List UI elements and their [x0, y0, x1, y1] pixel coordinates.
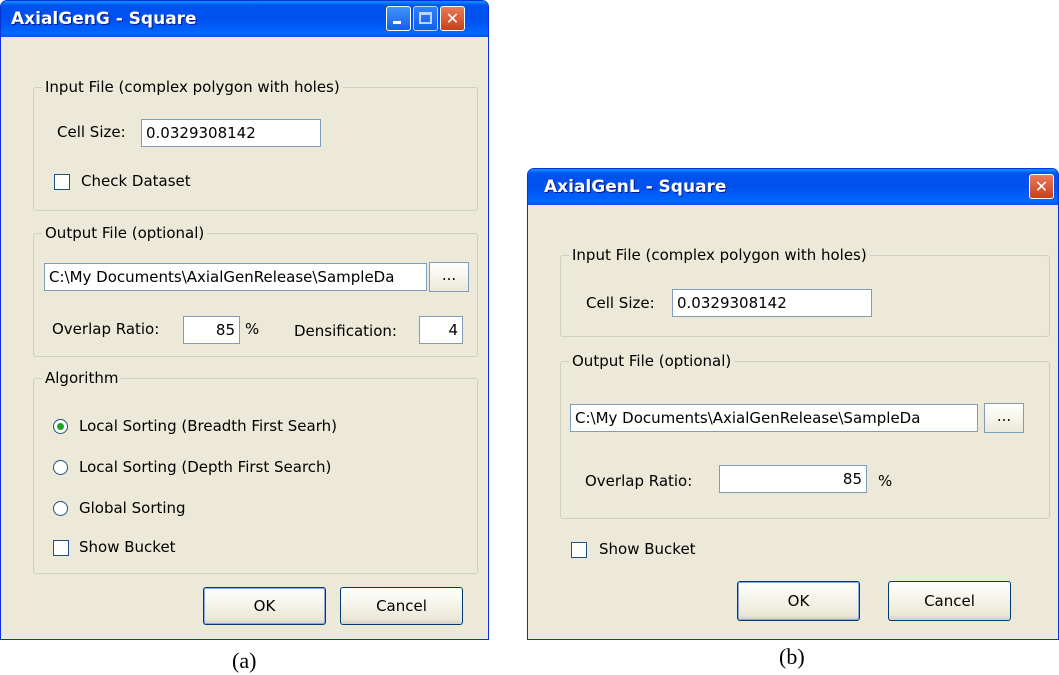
densification-label: Densification:	[294, 322, 397, 340]
cell-size-input[interactable]: 0.0329308142	[672, 289, 872, 317]
radio-breadth-first-label: Local Sorting (Breadth First Searh)	[79, 417, 337, 435]
minimize-button[interactable]	[386, 6, 411, 31]
radio-depth-first[interactable]	[53, 460, 68, 475]
algorithm-legend: Algorithm	[42, 369, 122, 387]
show-bucket-checkbox[interactable]	[571, 542, 587, 558]
ok-button[interactable]: OK	[737, 581, 860, 621]
caption-a: (a)	[232, 648, 257, 673]
output-file-group: Output File (optional)	[560, 352, 1050, 519]
cell-size-input[interactable]: 0.0329308142	[141, 119, 321, 147]
densification-input[interactable]: 4	[419, 316, 463, 344]
cancel-button[interactable]: Cancel	[888, 581, 1011, 621]
close-icon: ✕	[445, 9, 460, 28]
overlap-ratio-input[interactable]: 85	[183, 316, 240, 344]
close-button[interactable]: ✕	[440, 6, 465, 31]
input-file-legend: Input File (complex polygon with holes)	[42, 78, 343, 96]
radio-breadth-first[interactable]	[53, 419, 68, 434]
overlap-unit: %	[878, 472, 893, 490]
overlap-ratio-label: Overlap Ratio:	[52, 320, 160, 338]
check-dataset-checkbox[interactable]	[54, 174, 70, 190]
check-dataset-label: Check Dataset	[81, 172, 191, 190]
input-file-group: Input File (complex polygon with holes)	[33, 78, 478, 211]
show-bucket-label: Show Bucket	[599, 540, 696, 558]
output-file-group: Output File (optional)	[33, 224, 478, 357]
input-file-legend: Input File (complex polygon with holes)	[569, 246, 870, 264]
ok-button[interactable]: OK	[203, 587, 326, 625]
show-bucket-checkbox[interactable]	[53, 540, 69, 556]
window-title: AxialGenL - Square	[544, 177, 727, 197]
overlap-unit: %	[245, 320, 260, 338]
output-file-legend: Output File (optional)	[42, 224, 208, 242]
cancel-button[interactable]: Cancel	[340, 587, 463, 625]
browse-button[interactable]: ...	[429, 262, 469, 292]
radio-depth-first-label: Local Sorting (Depth First Search)	[79, 458, 332, 476]
dialog-axialgenl: AxialGenL - Square ✕ Input File (complex…	[527, 168, 1059, 640]
close-icon: ✕	[1034, 177, 1049, 196]
overlap-ratio-label: Overlap Ratio:	[585, 472, 693, 490]
output-path-input[interactable]: C:\My Documents\AxialGenRelease\SampleDa	[44, 263, 427, 291]
close-button[interactable]: ✕	[1029, 174, 1054, 199]
overlap-ratio-input[interactable]: 85	[719, 465, 867, 493]
browse-button[interactable]: ...	[984, 403, 1024, 433]
show-bucket-label: Show Bucket	[79, 538, 176, 556]
dialog-axialgeng: AxialGenG - Square ✕ Input File (complex…	[0, 0, 489, 640]
radio-global-sorting-label: Global Sorting	[79, 499, 186, 517]
minimize-icon	[393, 21, 401, 24]
output-path-input[interactable]: C:\My Documents\AxialGenRelease\SampleDa	[570, 404, 978, 432]
window-title: AxialGenG - Square	[11, 9, 197, 29]
output-file-legend: Output File (optional)	[569, 352, 735, 370]
radio-selected-dot	[57, 423, 64, 430]
maximize-icon	[419, 12, 432, 24]
title-bar[interactable]: AxialGenG - Square ✕	[1, 1, 488, 37]
caption-b: (b)	[779, 644, 805, 669]
cell-size-label: Cell Size:	[57, 123, 126, 141]
cell-size-label: Cell Size:	[586, 294, 655, 312]
radio-global-sorting[interactable]	[53, 501, 68, 516]
maximize-button[interactable]	[413, 6, 438, 31]
title-bar[interactable]: AxialGenL - Square ✕	[528, 169, 1058, 205]
